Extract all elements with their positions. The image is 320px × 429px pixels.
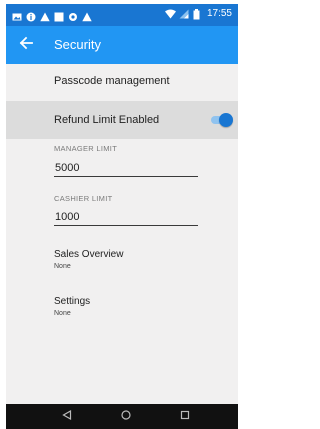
triangle-back-icon <box>62 407 72 425</box>
sales-overview-item[interactable]: Sales Overview None <box>6 247 238 277</box>
signal-icon <box>179 9 189 19</box>
app-bar: Security <box>6 26 238 64</box>
info-icon <box>26 9 36 22</box>
refund-limit-row[interactable]: Refund Limit Enabled <box>6 101 238 139</box>
wifi-icon <box>164 9 176 19</box>
system-status: 17:55 <box>164 8 232 19</box>
navigation-bar <box>6 404 238 429</box>
toggle-knob <box>219 113 233 127</box>
cashier-limit-label: CASHIER LIMIT <box>54 194 113 203</box>
gear-icon <box>68 9 78 21</box>
clock-time: 17:55 <box>206 8 232 19</box>
sales-overview-title: Sales Overview <box>54 249 124 260</box>
back-button[interactable] <box>14 33 38 57</box>
manager-limit-label: MANAGER LIMIT <box>54 144 118 153</box>
status-bar: 17:55 <box>6 4 238 26</box>
square-recents-icon <box>180 407 190 425</box>
settings-title: Settings <box>54 296 91 307</box>
phone-screen: 17:55 Security Passcode management Refun… <box>6 4 238 429</box>
square-icon <box>54 9 64 22</box>
page-title: Security <box>54 37 101 52</box>
notification-icons <box>12 9 92 22</box>
warning-icon <box>82 9 92 22</box>
arrow-left-icon <box>19 36 33 55</box>
refund-limit-toggle[interactable] <box>211 113 233 127</box>
refund-limit-label: Refund Limit Enabled <box>54 114 160 126</box>
manager-limit-input[interactable] <box>54 159 198 177</box>
nav-home-button[interactable] <box>119 409 133 423</box>
warning-icon <box>40 9 50 22</box>
sales-overview-subtitle: None <box>54 263 71 270</box>
nav-recents-button[interactable] <box>178 409 192 423</box>
image-icon <box>12 9 22 21</box>
settings-subtitle: None <box>54 310 71 317</box>
passcode-management-label: Passcode management <box>54 75 170 87</box>
nav-back-button[interactable] <box>60 409 74 423</box>
passcode-management-item[interactable]: Passcode management <box>6 66 238 96</box>
cashier-limit-input[interactable] <box>54 208 198 226</box>
circle-home-icon <box>121 407 131 425</box>
battery-icon <box>193 8 203 19</box>
settings-item[interactable]: Settings None <box>6 294 238 324</box>
